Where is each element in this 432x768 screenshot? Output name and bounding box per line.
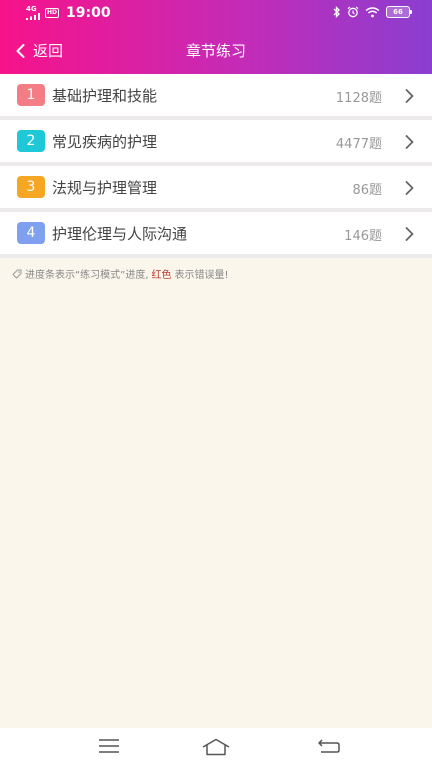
clock: 19:00 (66, 5, 111, 21)
system-nav-bar (0, 728, 432, 768)
alarm-icon (347, 6, 359, 18)
signal-icon (26, 13, 40, 20)
battery-icon: 66 (386, 6, 412, 18)
menu-icon[interactable] (98, 738, 120, 754)
chapter-question-count: 1128题 (335, 91, 382, 106)
chapter-number-badge: 2 (17, 130, 45, 152)
chapter-number-badge: 4 (17, 222, 45, 244)
header: 4G HD 19:00 66 返回 章节练习 (0, 0, 432, 74)
home-icon[interactable] (202, 738, 230, 756)
wifi-icon (365, 6, 380, 17)
chapter-item-4[interactable]: 4 护理伦理与人际沟通 146题 (0, 212, 432, 258)
back-nav-icon[interactable] (318, 738, 340, 754)
hd-badge: HD (45, 8, 60, 18)
chapter-list: 1 基础护理和技能 1128题 2 常见疾病的护理 4477题 3 法规与护理管… (0, 74, 432, 258)
chapter-item-1[interactable]: 1 基础护理和技能 1128题 (0, 74, 432, 120)
chevron-right-icon (405, 135, 414, 149)
chapter-question-count: 146题 (344, 229, 382, 244)
chevron-right-icon (405, 181, 414, 195)
hint-text-end: 表示错误量! (174, 270, 229, 281)
chapter-name: 常见疾病的护理 (52, 133, 158, 151)
chevron-right-icon (405, 227, 414, 241)
tag-icon (12, 269, 22, 279)
network-label: 4G (26, 5, 37, 13)
chapter-name: 基础护理和技能 (52, 87, 158, 105)
progress-hint: 进度条表示“练习模式”进度, 红色 表示错误量! (12, 266, 229, 281)
chapter-number-badge: 3 (17, 176, 45, 198)
nav-bar: 返回 章节练习 (0, 30, 432, 70)
chapter-question-count: 4477题 (335, 137, 382, 152)
status-bar: 4G HD 19:00 66 (0, 0, 432, 28)
chapter-item-3[interactable]: 3 法规与护理管理 86题 (0, 166, 432, 212)
page-title: 章节练习 (185, 42, 246, 60)
battery-level: 66 (393, 8, 403, 16)
hint-red-text: 红色 (151, 270, 172, 281)
hint-text: 进度条表示“练习模式”进度, (25, 270, 149, 281)
chevron-right-icon (405, 89, 414, 103)
chapter-name: 护理伦理与人际沟通 (52, 225, 188, 243)
chapter-question-count: 86题 (352, 183, 382, 198)
chapter-item-2[interactable]: 2 常见疾病的护理 4477题 (0, 120, 432, 166)
chapter-name: 法规与护理管理 (52, 179, 158, 197)
bluetooth-icon (333, 6, 340, 18)
chapter-number-badge: 1 (17, 84, 45, 106)
